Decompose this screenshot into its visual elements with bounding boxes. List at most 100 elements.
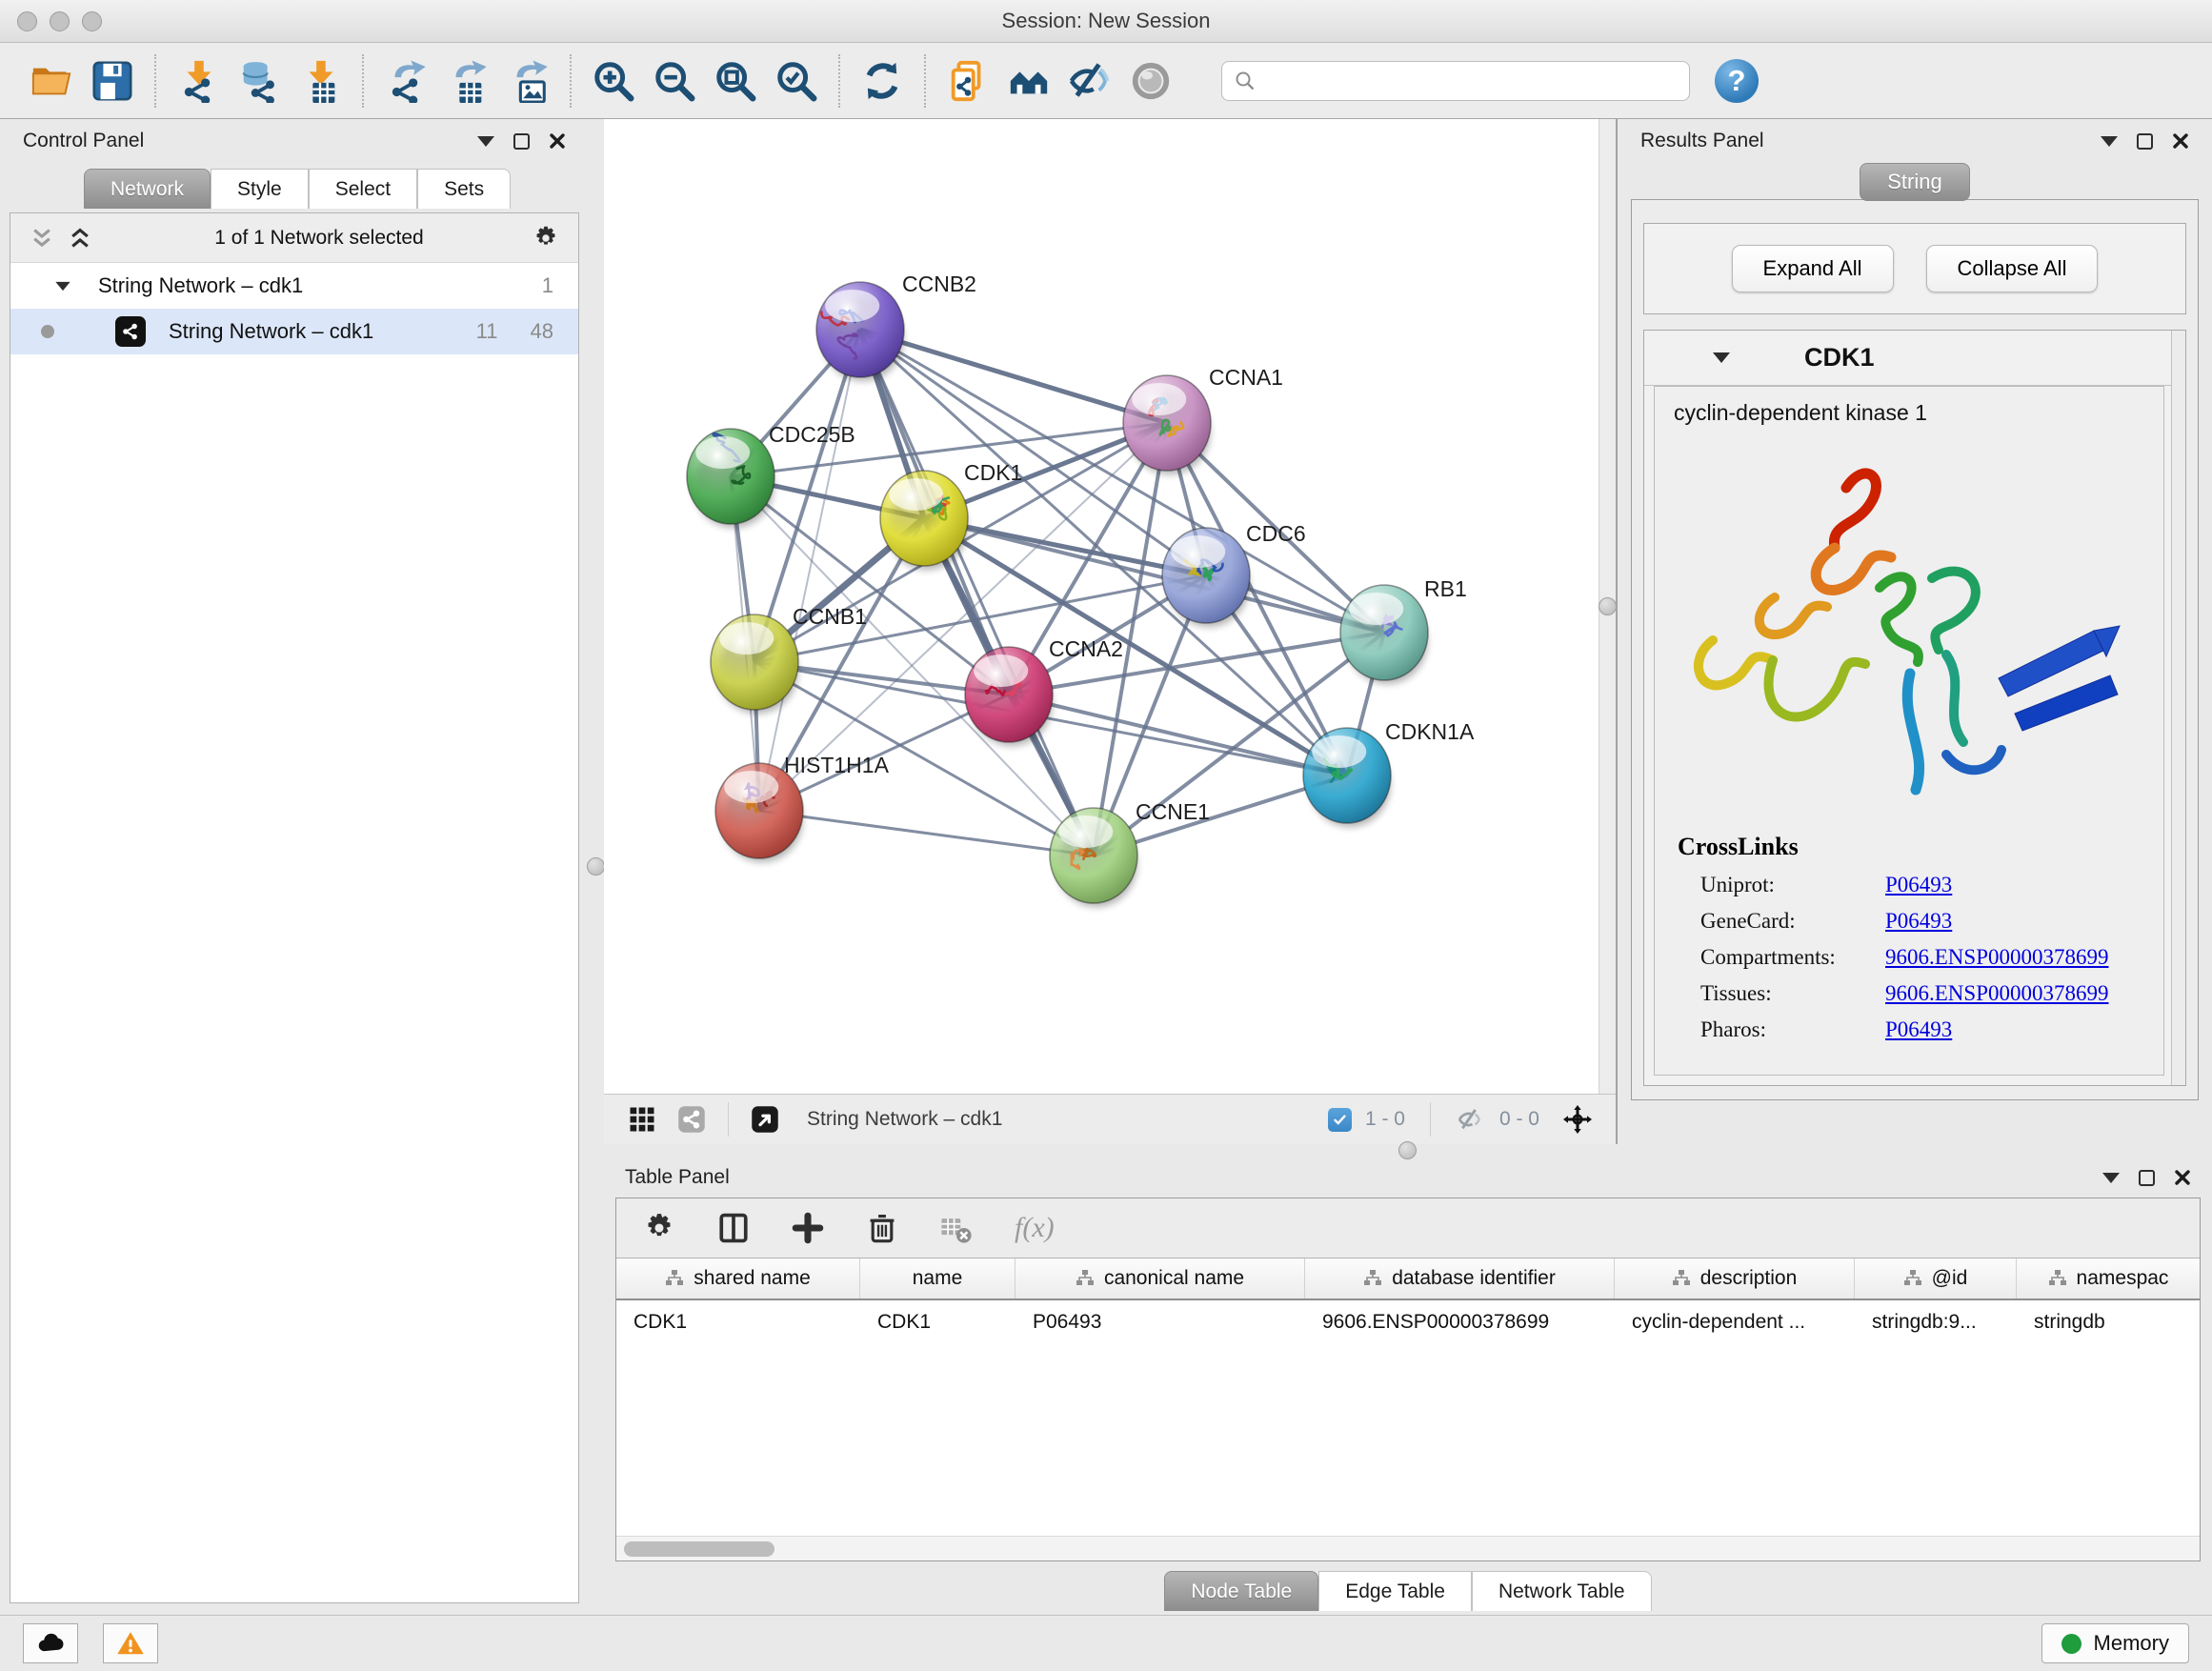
crosslink-genecard[interactable]: P06493 <box>1885 909 1952 934</box>
results-scrollbar[interactable] <box>2171 331 2185 1085</box>
tab-select[interactable]: Select <box>309 169 417 209</box>
float-panel-icon[interactable] <box>2102 1173 2120 1183</box>
close-panel-icon[interactable] <box>2174 1169 2191 1186</box>
table-settings-gear-icon[interactable] <box>643 1212 675 1244</box>
refresh-button[interactable] <box>856 54 908 108</box>
results-splitter-handle[interactable] <box>1599 597 1616 615</box>
tab-network-table[interactable]: Network Table <box>1472 1571 1652 1611</box>
selected-items-checkbox[interactable] <box>1328 1108 1352 1132</box>
table-panel-splitter[interactable] <box>604 1144 2212 1158</box>
search-input[interactable] <box>1264 70 1678 92</box>
network-node-cdkn1a[interactable]: CDKN1A <box>1303 719 1475 827</box>
network-row-selected[interactable]: String Network – cdk1 11 48 <box>10 309 578 354</box>
crosslink-compartments[interactable]: 9606.ENSP00000378699 <box>1885 945 2109 970</box>
collapse-all-icon[interactable] <box>30 226 54 251</box>
export-image-button[interactable] <box>502 54 553 108</box>
clone-network-button[interactable] <box>942 54 994 108</box>
column-header-id[interactable]: @id <box>1855 1258 2017 1299</box>
column-header-database-identifier[interactable]: database identifier <box>1305 1258 1615 1299</box>
undock-panel-icon[interactable] <box>2139 1170 2155 1186</box>
expand-all-button[interactable]: Expand All <box>1732 245 1894 292</box>
show-panels-button[interactable] <box>1125 54 1176 108</box>
splitter-handle[interactable] <box>1398 1141 1417 1159</box>
tab-node-table[interactable]: Node Table <box>1164 1571 1318 1611</box>
network-collection-row[interactable]: String Network – cdk1 1 <box>10 263 578 309</box>
session-home-button[interactable] <box>1003 54 1055 108</box>
minimize-window-button[interactable] <box>50 11 70 31</box>
collapse-all-button[interactable]: Collapse All <box>1926 245 2099 292</box>
grid-view-button[interactable] <box>621 1100 663 1138</box>
import-network-from-database-button[interactable] <box>233 54 285 108</box>
network-edge[interactable] <box>759 330 860 811</box>
warnings-button[interactable] <box>103 1623 158 1663</box>
cell-name[interactable]: CDK1 <box>860 1311 1016 1334</box>
collection-expand-icon[interactable] <box>55 281 70 290</box>
control-panel-splitter[interactable] <box>589 119 604 1615</box>
cell-description[interactable]: cyclin-dependent ... <box>1615 1311 1855 1334</box>
cloud-status-button[interactable] <box>23 1623 78 1663</box>
cell-shared-name[interactable]: CDK1 <box>616 1311 860 1334</box>
import-network-button[interactable] <box>172 54 224 108</box>
table-horizontal-scrollbar[interactable] <box>616 1536 2200 1560</box>
memory-button[interactable]: Memory <box>2041 1623 2189 1663</box>
collapse-gene-icon[interactable] <box>1713 352 1730 363</box>
column-header-description[interactable]: description <box>1615 1258 1855 1299</box>
zoom-out-button[interactable] <box>649 54 700 108</box>
crosslink-uniprot[interactable]: P06493 <box>1885 873 1952 897</box>
close-window-button[interactable] <box>17 11 37 31</box>
network-canvas[interactable]: CCNB2CCNA1CDC25BCDK1CDC6RB1CCNB1CCNA2CDK… <box>604 119 1616 1094</box>
table-row[interactable]: CDK1 CDK1 P06493 9606.ENSP00000378699 cy… <box>616 1300 2200 1344</box>
import-table-button[interactable] <box>294 54 346 108</box>
undock-panel-icon[interactable] <box>513 133 530 150</box>
network-node-ccne1[interactable]: CCNE1 <box>1050 799 1210 907</box>
splitter-handle[interactable] <box>587 857 605 876</box>
tab-network[interactable]: Network <box>84 169 211 209</box>
column-header-name[interactable]: name <box>860 1258 1016 1299</box>
network-node-hist1h1a[interactable]: HIST1H1A <box>715 753 890 862</box>
add-column-icon[interactable] <box>792 1212 824 1244</box>
network-node-rb1[interactable]: RB1 <box>1340 576 1467 684</box>
export-table-button[interactable] <box>441 54 493 108</box>
network-options-gear-icon[interactable] <box>533 225 559 252</box>
fit-selected-button[interactable] <box>1557 1100 1599 1138</box>
show-columns-icon[interactable] <box>717 1212 750 1244</box>
delete-column-trash-icon[interactable] <box>866 1212 898 1244</box>
network-edge[interactable] <box>860 330 1094 856</box>
help-button[interactable]: ? <box>1715 59 1759 103</box>
canvas-vertical-scrollbar[interactable] <box>1599 119 1616 1094</box>
undock-panel-icon[interactable] <box>2137 133 2153 150</box>
cell-database-identifier[interactable]: 9606.ENSP00000378699 <box>1305 1311 1615 1334</box>
network-graph[interactable]: CCNB2CCNA1CDC25BCDK1CDC6RB1CCNB1CCNA2CDK… <box>604 119 1581 1089</box>
float-panel-icon[interactable] <box>477 136 494 147</box>
column-header-namespace[interactable]: namespac <box>2017 1258 2200 1299</box>
save-session-button[interactable] <box>87 54 138 108</box>
export-network-button[interactable] <box>380 54 432 108</box>
zoom-fit-button[interactable] <box>710 54 761 108</box>
close-panel-icon[interactable] <box>549 132 566 150</box>
network-edge[interactable] <box>759 811 1094 856</box>
network-view-button[interactable] <box>671 1100 713 1138</box>
cell-id[interactable]: stringdb:9... <box>1855 1311 2017 1334</box>
hide-panels-button[interactable] <box>1064 54 1116 108</box>
expand-all-icon[interactable] <box>68 226 92 251</box>
maximize-window-button[interactable] <box>82 11 102 31</box>
gene-card-header[interactable]: CDK1 <box>1644 331 2185 386</box>
crosslink-tissues[interactable]: 9606.ENSP00000378699 <box>1885 981 2109 1006</box>
cell-namespace[interactable]: stringdb <box>2017 1311 2200 1334</box>
column-header-shared-name[interactable]: shared name <box>616 1258 860 1299</box>
close-panel-icon[interactable] <box>2172 132 2189 150</box>
float-panel-icon[interactable] <box>2101 136 2118 147</box>
tab-sets[interactable]: Sets <box>417 169 511 209</box>
cell-canonical-name[interactable]: P06493 <box>1016 1311 1305 1334</box>
tab-string[interactable]: String <box>1860 163 1969 201</box>
tab-style[interactable]: Style <box>211 169 309 209</box>
scrollbar-thumb[interactable] <box>624 1541 774 1557</box>
zoom-selected-button[interactable] <box>771 54 822 108</box>
crosslink-pharos[interactable]: P06493 <box>1885 1017 1952 1042</box>
tab-edge-table[interactable]: Edge Table <box>1318 1571 1472 1611</box>
network-node-cdk1[interactable]: CDK1 <box>880 460 1022 570</box>
birds-eye-view-button[interactable] <box>744 1100 786 1138</box>
open-file-button[interactable] <box>26 54 77 108</box>
zoom-in-button[interactable] <box>588 54 639 108</box>
column-header-canonical-name[interactable]: canonical name <box>1016 1258 1305 1299</box>
